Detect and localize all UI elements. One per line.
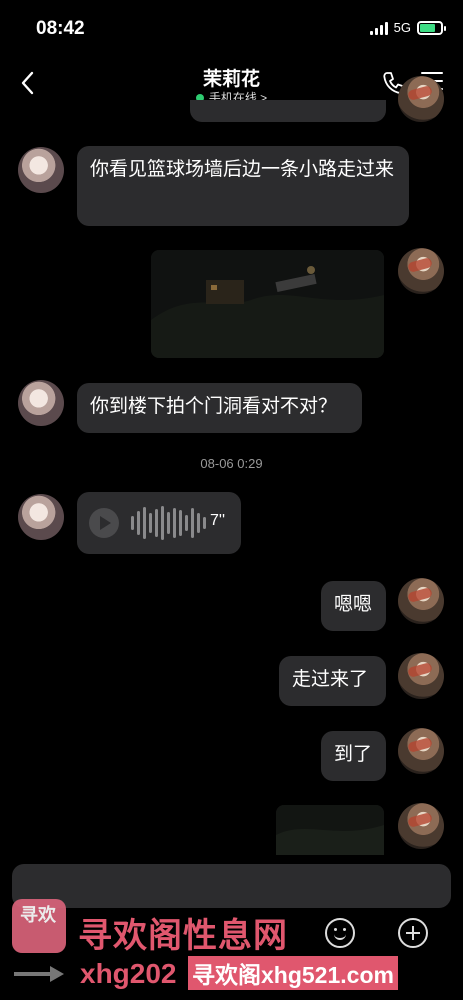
battery-icon bbox=[417, 20, 446, 35]
message-input[interactable] bbox=[12, 864, 451, 908]
avatar[interactable] bbox=[398, 728, 444, 774]
message-bubble[interactable]: 走过来了 bbox=[279, 656, 386, 706]
avatar[interactable] bbox=[18, 147, 64, 193]
avatar[interactable] bbox=[398, 653, 444, 699]
avatar[interactable] bbox=[398, 248, 444, 294]
watermark-url-badge: 寻欢阁xhg521.com bbox=[188, 956, 398, 990]
message-bubble-partial bbox=[190, 100, 386, 122]
message-bubble[interactable]: 嗯嗯 bbox=[321, 581, 386, 631]
signal-icon bbox=[369, 21, 388, 35]
watermark-url: xhg202 bbox=[80, 958, 177, 989]
avatar[interactable] bbox=[398, 578, 444, 624]
plus-icon[interactable] bbox=[398, 918, 428, 948]
play-icon[interactable] bbox=[89, 508, 119, 538]
status-time: 08:42 bbox=[36, 18, 85, 39]
status-icons: 5G bbox=[369, 20, 446, 35]
waveform-icon bbox=[131, 506, 206, 540]
message-bubble[interactable]: 你看见篮球场墙后边一条小路走过来 bbox=[77, 146, 409, 226]
arrow-right-icon bbox=[14, 966, 64, 982]
voice-duration: 7'' bbox=[210, 512, 226, 529]
status-bar: 08:42 5G bbox=[0, 0, 463, 56]
message-bubble[interactable]: 你到楼下拍个门洞看对不对？ bbox=[77, 383, 362, 433]
watermark-brand: 寻欢阁性息网 bbox=[78, 917, 288, 955]
night-photo-image bbox=[276, 805, 384, 855]
image-message[interactable] bbox=[276, 805, 384, 855]
network-type: 5G bbox=[393, 20, 411, 35]
avatar[interactable] bbox=[398, 803, 444, 849]
night-photo-image bbox=[151, 250, 384, 358]
message-bubble[interactable]: 到了 bbox=[321, 731, 386, 781]
message-timestamp: 08-06 0:29 bbox=[200, 456, 263, 471]
avatar-partial[interactable] bbox=[398, 76, 444, 122]
watermark-logo-text: 寻欢 bbox=[20, 905, 56, 925]
watermark-logo: 寻欢 bbox=[12, 899, 66, 953]
image-message[interactable] bbox=[151, 250, 384, 358]
voice-message[interactable]: 7'' bbox=[77, 492, 241, 554]
emoji-icon[interactable] bbox=[325, 918, 355, 948]
avatar[interactable] bbox=[18, 494, 64, 540]
avatar[interactable] bbox=[18, 380, 64, 426]
